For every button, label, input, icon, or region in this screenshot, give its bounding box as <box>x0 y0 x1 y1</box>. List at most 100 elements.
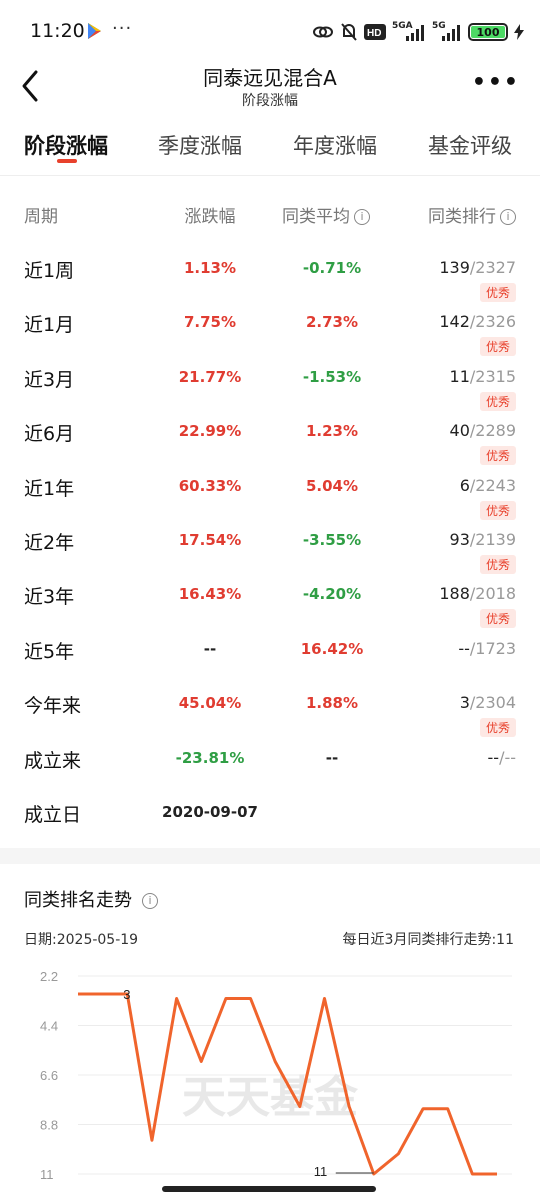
y-tick-label: 8.8 <box>40 1118 58 1133</box>
rank-value: --/1723 <box>458 638 516 658</box>
rank-value: 11/2315 <box>449 366 516 386</box>
period-label: 今年来 <box>24 695 82 718</box>
status-time: 11:20 <box>30 20 85 42</box>
period-label: 近3年 <box>24 586 75 609</box>
table-row: 成立日 2020-09-07 <box>0 800 540 854</box>
watermark-text: 天天基金 <box>182 1072 359 1123</box>
home-indicator[interactable] <box>162 1186 376 1192</box>
chart-date: 日期:2025-05-19 <box>24 932 139 948</box>
chart-title: 同类排名走势 i <box>24 886 158 912</box>
hd-icon: HD <box>364 24 386 40</box>
change-value: 1.13% <box>183 259 237 277</box>
table-row: 近6月 22.99% 1.23% 40/2289 优秀 <box>0 419 540 473</box>
change-value: 7.75% <box>183 313 237 332</box>
annotation-label: 11 <box>314 1164 328 1179</box>
change-value: 17.54% <box>178 531 242 549</box>
y-tick-label: 11 <box>40 1167 54 1182</box>
excellent-badge: 优秀 <box>479 718 516 738</box>
rank-value: 93/2139 <box>449 530 516 549</box>
charging-icon <box>514 24 524 40</box>
period-label: 近1月 <box>24 314 75 337</box>
page-subtitle: 阶段涨幅 <box>242 93 298 109</box>
app-header: 同泰远见混合A 阶段涨幅 ••• <box>0 62 540 114</box>
tab-fund-rating[interactable]: 基金评级 <box>428 130 512 160</box>
battery-icon: 100 <box>468 23 508 41</box>
tab-quarterly-change[interactable]: 季度涨幅 <box>158 130 242 160</box>
period-label: 近1周 <box>24 260 75 282</box>
table-row: 近1周 1.13% -0.71% 139/2327 优秀 <box>0 256 540 310</box>
signal-2-icon: 5G <box>432 22 462 42</box>
performance-table: 周期 涨跌幅 同类平均 i 同类排行 i 近1周 1.13% -0.71% 139/232… <box>0 176 540 848</box>
table-row: 成立来 -23.81% -- --/-- <box>0 746 540 800</box>
info-icon[interactable]: i <box>500 209 516 225</box>
average-value: -- <box>325 748 339 767</box>
status-bar: 11:20 ··· HD 5GA 5G 100 <box>0 0 540 62</box>
tab-annual-change[interactable]: 年度涨幅 <box>293 130 377 160</box>
average-value: -3.55% <box>302 531 362 549</box>
average-value: -0.71% <box>302 259 362 277</box>
change-value: 16.43% <box>178 585 242 604</box>
change-value: -- <box>203 639 217 658</box>
period-label: 成立日 <box>24 804 82 826</box>
table-row: 近5年 -- 16.42% --/1723 <box>0 637 540 691</box>
chart-trend-summary: 每日近3月同类排行走势:11 <box>342 932 514 948</box>
period-label: 近2年 <box>24 532 75 554</box>
more-notifications-icon: ··· <box>112 18 133 39</box>
average-value: 5.04% <box>305 476 359 495</box>
rank-trend-section: 同类排名走势 i 日期:2025-05-19 每日近3月同类排行走势:11 2.2… <box>0 864 540 1200</box>
y-tick-label: 6.6 <box>40 1068 58 1083</box>
info-icon[interactable]: i <box>354 209 370 225</box>
rank-trend-chart[interactable]: 2.2 4.4 6.6 8.8 11 天天基金 3 11 <box>0 960 540 1190</box>
header-rank: 同类排行 i <box>428 202 516 227</box>
period-label: 近1年 <box>24 477 75 500</box>
excellent-badge: 优秀 <box>479 609 516 629</box>
header-change: 涨跌幅 <box>184 207 236 227</box>
change-value: 45.04% <box>178 694 242 713</box>
table-row: 近3月 21.77% -1.53% 11/2315 优秀 <box>0 365 540 419</box>
svg-text:HD: HD <box>367 28 381 39</box>
rank-value: 40/2289 <box>449 421 516 441</box>
excellent-badge: 优秀 <box>479 283 516 302</box>
signal-1-icon: 5GA <box>392 22 426 42</box>
average-value: -4.20% <box>302 585 362 604</box>
page-title: 同泰远见混合A <box>203 66 337 90</box>
average-value: 16.42% <box>300 639 364 658</box>
rank-value: 6/2243 <box>459 475 516 495</box>
period-label: 近3月 <box>24 368 75 391</box>
excellent-badge: 优秀 <box>479 337 516 357</box>
table-row: 近1年 60.33% 5.04% 6/2243 优秀 <box>0 474 540 528</box>
period-label: 近6月 <box>24 423 75 446</box>
period-label: 近5年 <box>24 640 75 663</box>
excellent-badge: 优秀 <box>479 391 516 411</box>
average-value: 1.88% <box>305 694 359 713</box>
table-row: 近1月 7.75% 2.73% 142/2326 优秀 <box>0 310 540 364</box>
change-value: -23.81% <box>175 748 245 767</box>
change-value: 2020-09-07 <box>162 803 258 821</box>
header-period: 周期 <box>24 207 58 227</box>
excellent-badge: 优秀 <box>479 555 516 574</box>
y-tick-label: 4.4 <box>40 1019 58 1034</box>
link-icon <box>313 26 333 38</box>
annotation-label: 3 <box>123 987 130 1002</box>
info-icon[interactable]: i <box>142 893 158 909</box>
more-menu-icon[interactable]: ••• <box>472 70 520 95</box>
mute-bell-icon <box>341 23 357 41</box>
table-row: 近2年 17.54% -3.55% 93/2139 优秀 <box>0 528 540 582</box>
excellent-badge: 优秀 <box>479 500 516 520</box>
average-value: -1.53% <box>302 367 362 386</box>
active-tab-indicator <box>57 159 77 163</box>
rank-value: 188/2018 <box>439 584 516 604</box>
play-store-icon <box>88 23 101 39</box>
y-tick-label: 2.2 <box>40 969 58 984</box>
change-value: 60.33% <box>178 476 242 495</box>
header-average: 同类平均 i <box>282 202 370 227</box>
tab-period-change[interactable]: 阶段涨幅 <box>24 130 108 160</box>
change-value: 21.77% <box>178 367 242 386</box>
tab-bar: 阶段涨幅 季度涨幅 年度涨幅 基金评级 <box>0 114 540 176</box>
excellent-badge: 优秀 <box>479 446 516 466</box>
table-row: 近3年 16.43% -4.20% 188/2018 优秀 <box>0 582 540 636</box>
table-row: 今年来 45.04% 1.88% 3/2304 优秀 <box>0 691 540 745</box>
rank-value: --/-- <box>487 747 516 767</box>
average-value: 2.73% <box>305 313 359 332</box>
average-value: 1.23% <box>305 422 359 441</box>
